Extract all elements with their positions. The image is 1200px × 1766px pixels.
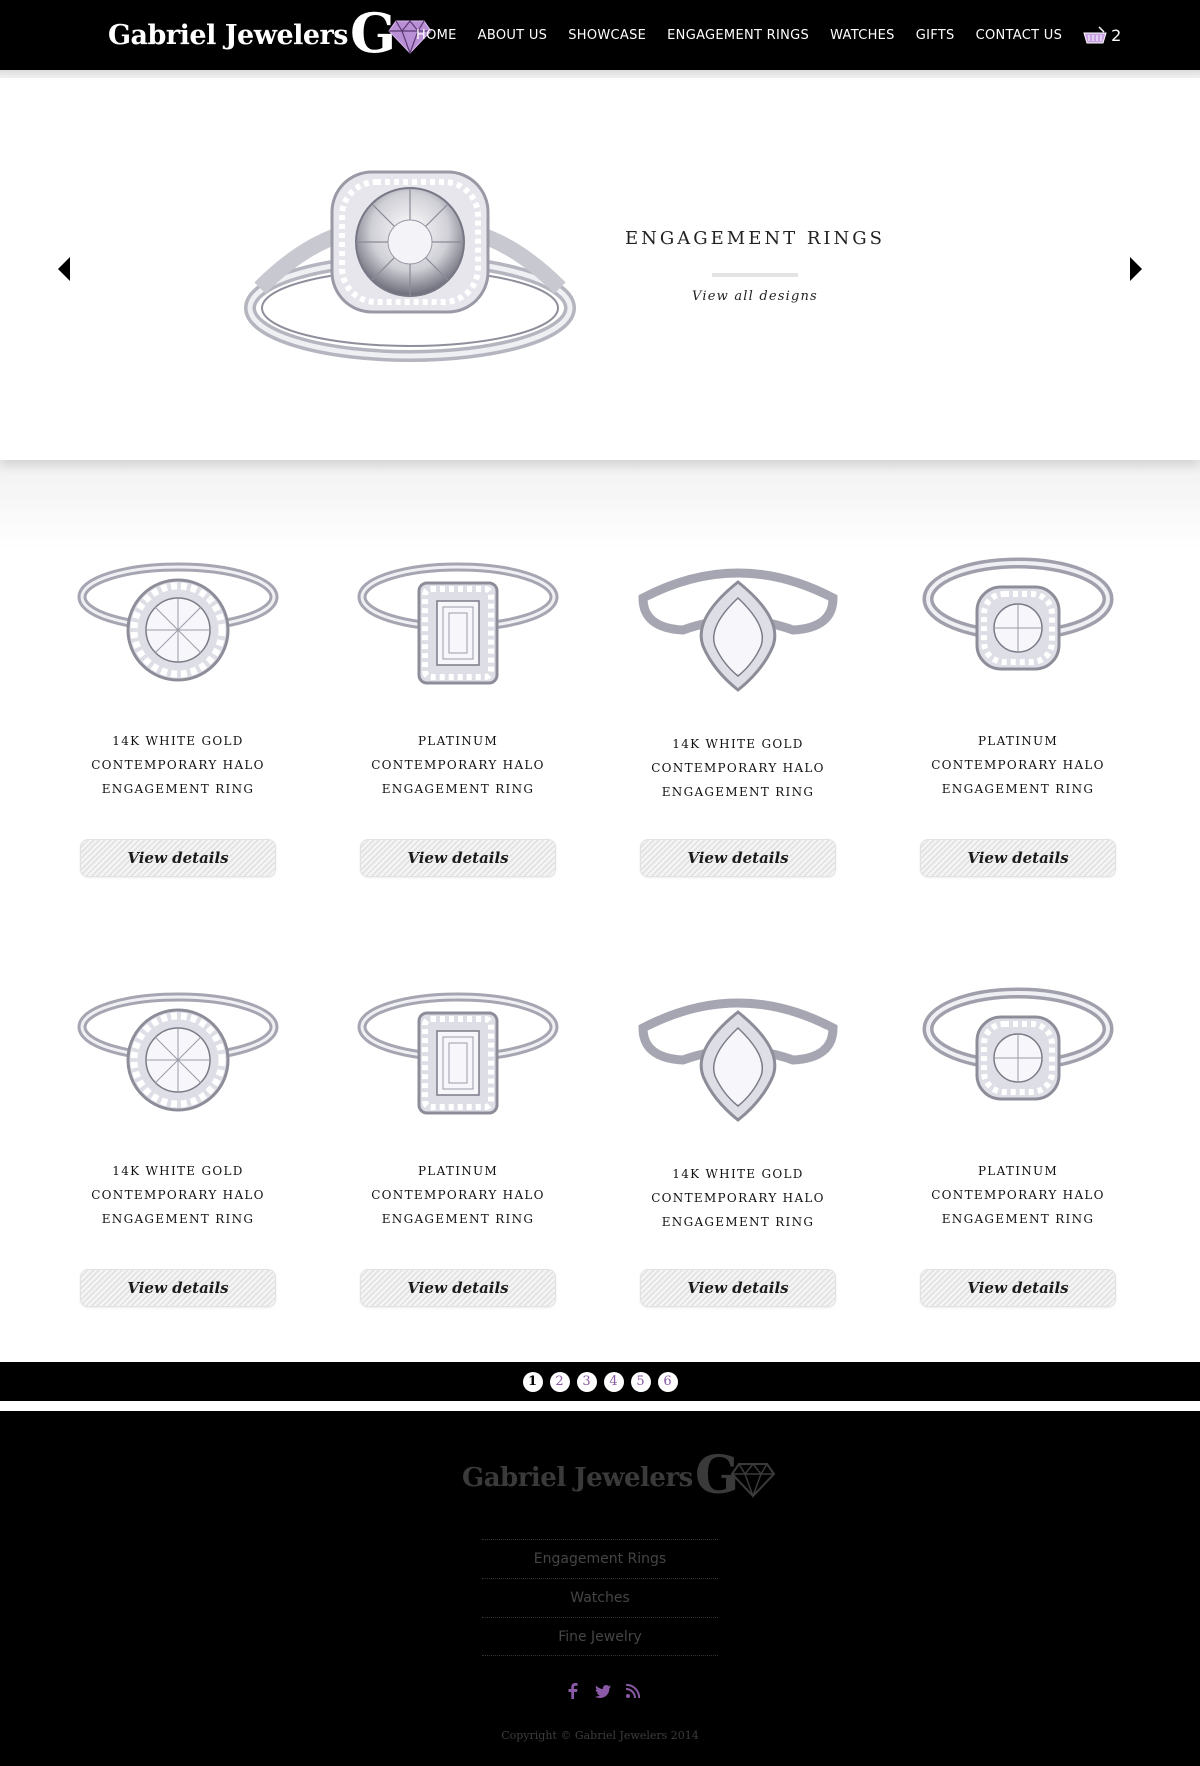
brand-logo[interactable]: Gabriel Jewelers G <box>108 6 432 64</box>
product-image-halo-cushion <box>922 987 1114 1101</box>
product-card: PLATINUM CONTEMPORARY HALO ENGAGEMENT RI… <box>878 985 1158 1307</box>
pagination: 1 2 3 4 5 6 <box>0 1362 1200 1401</box>
nav-about-us[interactable]: ABOUT US <box>478 28 548 43</box>
view-details-button[interactable]: View details <box>360 839 556 877</box>
product-card: PLATINUM CONTEMPORARY HALO ENGAGEMENT RI… <box>318 985 598 1307</box>
arrow-right-icon[interactable] <box>1126 256 1144 282</box>
cart-count: 2 <box>1111 25 1122 45</box>
product-card: PLATINUM CONTEMPORARY HALO ENGAGEMENT RI… <box>878 555 1158 877</box>
product-image-halo-round <box>77 562 279 682</box>
hero-divider <box>712 273 798 277</box>
header-divider <box>0 70 1200 78</box>
cart-button[interactable]: 2 <box>1083 26 1121 45</box>
view-details-button[interactable]: View details <box>640 839 836 877</box>
product-name: PLATINUM CONTEMPORARY HALO ENGAGEMENT RI… <box>931 1164 1105 1226</box>
page-1-button[interactable]: 1 <box>522 1371 543 1392</box>
product-name: PLATINUM CONTEMPORARY HALO ENGAGEMENT RI… <box>931 734 1105 796</box>
product-image-halo-cushion <box>922 557 1114 671</box>
page-3-button[interactable]: 3 <box>576 1371 597 1392</box>
rss-icon[interactable] <box>620 1681 646 1701</box>
footer-link-watches[interactable]: Watches <box>482 1578 718 1617</box>
view-details-button[interactable]: View details <box>640 1269 836 1307</box>
nav-showcase[interactable]: SHOWCASE <box>568 28 646 43</box>
page-6-button[interactable]: 6 <box>657 1371 678 1392</box>
footer-logo[interactable]: Gabriel Jewelers G <box>462 1449 776 1503</box>
footer-link-fine-jewelry[interactable]: Fine Jewelry <box>482 1617 718 1656</box>
product-name: PLATINUM CONTEMPORARY HALO ENGAGEMENT RI… <box>371 1164 545 1226</box>
page-5-button[interactable]: 5 <box>630 1371 651 1392</box>
product-card: 14K WHITE GOLD CONTEMPORARY HALO ENGAGEM… <box>598 558 878 877</box>
nav-watches[interactable]: WATCHES <box>830 28 895 43</box>
social-links <box>558 1681 648 1701</box>
arrow-left-icon[interactable] <box>56 256 74 282</box>
product-image-halo-pear <box>638 568 838 692</box>
page-4-button[interactable]: 4 <box>603 1371 624 1392</box>
view-details-button[interactable]: View details <box>920 839 1116 877</box>
product-card: 14K WHITE GOLD CONTEMPORARY HALO ENGAGEM… <box>598 988 878 1307</box>
twitter-icon[interactable] <box>590 1681 616 1701</box>
product-card: 14K WHITE GOLD CONTEMPORARY HALO ENGAGEM… <box>38 555 318 877</box>
hero-caption: ENGAGEMENT RINGS View all designs <box>620 228 890 304</box>
nav-home[interactable]: HOME <box>416 28 457 43</box>
footer-separator <box>0 1401 1200 1411</box>
product-name: 14K WHITE GOLD CONTEMPORARY HALO ENGAGEM… <box>651 737 825 799</box>
nav-engagement-rings[interactable]: ENGAGEMENT RINGS <box>667 28 809 43</box>
product-image-halo-round <box>77 992 279 1112</box>
product-image-halo-pear <box>638 998 838 1122</box>
diamond-icon <box>731 1462 776 1498</box>
view-details-button[interactable]: View details <box>80 839 276 877</box>
view-details-button[interactable]: View details <box>920 1269 1116 1307</box>
product-image-halo-emerald <box>357 992 559 1115</box>
hero-slider: ENGAGEMENT RINGS View all designs <box>0 78 1200 460</box>
page-2-button[interactable]: 2 <box>549 1371 570 1392</box>
nav-gifts[interactable]: GIFTS <box>916 28 955 43</box>
hero-ring-image <box>244 170 576 362</box>
brand-name: Gabriel Jewelers <box>108 19 348 51</box>
facebook-icon[interactable] <box>560 1681 586 1701</box>
shopping-basket-icon <box>1083 26 1107 44</box>
product-name: PLATINUM CONTEMPORARY HALO ENGAGEMENT RI… <box>371 734 545 796</box>
footer-link-engagement-rings[interactable]: Engagement Rings <box>482 1539 718 1578</box>
nav-contact-us[interactable]: CONTACT US <box>976 28 1063 43</box>
footer-brand-name: Gabriel Jewelers <box>462 1463 693 1493</box>
product-image-halo-emerald <box>357 562 559 685</box>
product-card: PLATINUM CONTEMPORARY HALO ENGAGEMENT RI… <box>318 555 598 877</box>
hero-title: ENGAGEMENT RINGS <box>625 228 885 249</box>
copyright-text: Copyright © Gabriel Jewelers 2014 <box>501 1729 699 1742</box>
view-details-button[interactable]: View details <box>80 1269 276 1307</box>
site-footer: Gabriel Jewelers G Engagement Rings Watc… <box>0 1411 1200 1766</box>
footer-links: Engagement Rings Watches Fine Jewelry <box>482 1539 718 1656</box>
product-card: 14K WHITE GOLD CONTEMPORARY HALO ENGAGEM… <box>38 985 318 1307</box>
product-name: 14K WHITE GOLD CONTEMPORARY HALO ENGAGEM… <box>91 1164 265 1226</box>
product-name: 14K WHITE GOLD CONTEMPORARY HALO ENGAGEM… <box>651 1167 825 1229</box>
main-nav: HOME ABOUT US SHOWCASE ENGAGEMENT RINGS … <box>416 0 1121 70</box>
view-all-designs-link[interactable]: View all designs <box>620 289 890 304</box>
view-details-button[interactable]: View details <box>360 1269 556 1307</box>
product-name: 14K WHITE GOLD CONTEMPORARY HALO ENGAGEM… <box>91 734 265 796</box>
site-header: Gabriel Jewelers G HOME ABOUT US SHOWCAS… <box>0 0 1200 70</box>
